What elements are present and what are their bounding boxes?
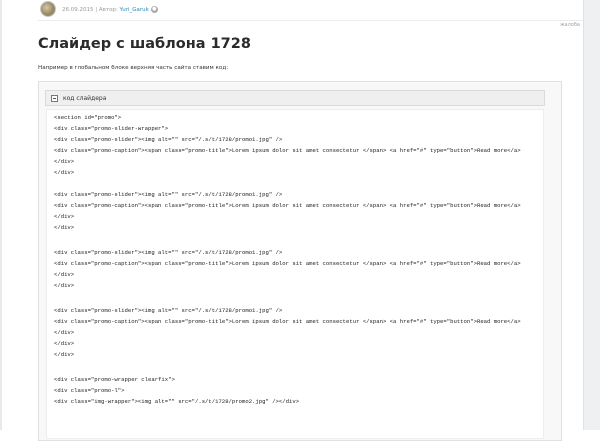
code-line: <div class="promo-caption"><span class="… <box>54 202 521 209</box>
code-line: <div class="promo-slider-wrapper"> <box>54 125 169 132</box>
spoiler-title: код слайдера <box>63 94 107 102</box>
code-line: <div class="promo-caption"><span class="… <box>54 147 521 154</box>
right-sidebar-strip <box>583 0 600 430</box>
header-divider <box>38 20 583 21</box>
code-line: <div class="promo-caption"><span class="… <box>54 318 521 325</box>
code-line: </div> <box>54 351 75 358</box>
code-line: <div class="promo-slider"><img alt="" sr… <box>54 136 283 143</box>
code-line: <div class="promo-l"> <box>54 387 125 394</box>
intro-text: Например в глобальном блоке верхняя част… <box>38 65 229 71</box>
post-meta-text: 26.09.2015 | Автор: Yuri_Garuk ● <box>62 5 158 13</box>
meta-separator: | <box>95 6 98 13</box>
code-line: <div class="promo-slider"><img alt="" sr… <box>54 191 283 198</box>
code-line: </div> <box>54 271 75 278</box>
author-link[interactable]: Yuri_Garuk <box>120 7 149 13</box>
page-title: Слайдер с шаблона 1728 <box>38 36 251 52</box>
user-badge-icon[interactable]: ● <box>150 5 158 13</box>
author-label: Автор: <box>98 6 118 13</box>
code-line: <div class="promo-slider"><img alt="" sr… <box>54 307 283 314</box>
page-left-edge <box>0 0 2 430</box>
code-line: </div> <box>54 213 75 220</box>
code-line: <div class="promo-caption"><span class="… <box>54 260 521 267</box>
avatar[interactable] <box>40 1 56 17</box>
spoiler-header[interactable]: код слайдера <box>45 90 545 106</box>
code-line: </div> <box>54 224 75 231</box>
post-meta: 26.09.2015 | Автор: Yuri_Garuk ● <box>40 1 158 17</box>
code-line: </div> <box>54 282 75 289</box>
complaint-link[interactable]: жалоба <box>560 22 580 28</box>
code-line: </div> <box>54 340 75 347</box>
code-line: <div class="img-wrapper"><img alt="" src… <box>54 398 300 405</box>
minus-square-icon[interactable] <box>51 94 58 102</box>
post-date: 26.09.2015 <box>62 6 94 13</box>
code-line: </div> <box>54 169 75 176</box>
code-block: <section id="promo"> <div class="promo-s… <box>46 109 544 439</box>
spoiler-box: код слайдера <section id="promo"> <div c… <box>38 81 562 441</box>
code-line: <div class="promo-slider"><img alt="" sr… <box>54 249 283 256</box>
code-line: </div> <box>54 329 75 336</box>
code-line: <section id="promo"> <box>54 114 122 121</box>
code-line: </div> <box>54 158 75 165</box>
code-line: <div class="promo-wrapper clearfix"> <box>54 376 175 383</box>
